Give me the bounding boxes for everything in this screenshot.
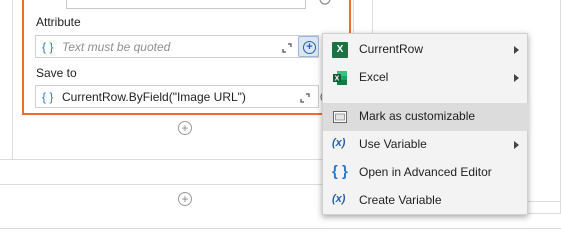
braces-icon: { } xyxy=(332,163,348,180)
menu-item-label: Mark as customizable xyxy=(359,109,476,123)
expand-icon[interactable] xyxy=(300,92,310,106)
context-menu: X CurrentRow X Excel Mark as customizabl… xyxy=(322,33,529,215)
menu-item-label: Create Variable xyxy=(359,193,442,207)
menu-item-create-variable[interactable]: (x) Create Variable xyxy=(323,187,529,215)
menu-item-use-variable[interactable]: (x) Use Variable xyxy=(323,131,529,159)
add-icon: + xyxy=(181,121,189,135)
expression-braces-icon: { } xyxy=(42,40,54,54)
attribute-field[interactable]: { } Text must be quoted + xyxy=(35,35,319,58)
menu-item-label: CurrentRow xyxy=(359,42,424,56)
add-activity-button[interactable]: + xyxy=(178,192,192,206)
menu-item-excel[interactable]: X Excel xyxy=(323,64,529,92)
variable-icon: (x) xyxy=(332,193,346,205)
add-activity-button[interactable]: + xyxy=(178,121,192,135)
expand-icon[interactable] xyxy=(282,42,292,56)
canvas-divider xyxy=(0,184,353,185)
save-to-value[interactable]: CurrentRow.ByField("Image URL") xyxy=(62,90,246,104)
menu-item-label: Open in Advanced Editor xyxy=(359,165,492,179)
add-data-button[interactable]: + xyxy=(298,36,319,57)
canvas-divider xyxy=(0,228,561,229)
excel-icon: X xyxy=(332,70,348,86)
submenu-arrow-icon xyxy=(514,74,519,82)
menu-item-mark-as-customizable[interactable]: Mark as customizable xyxy=(323,103,529,131)
menu-item-current-row[interactable]: X CurrentRow xyxy=(323,36,529,64)
canvas-divider xyxy=(0,159,353,160)
settings-icon[interactable] xyxy=(318,0,332,6)
menu-item-label: Use Variable xyxy=(359,137,427,151)
attribute-label: Attribute xyxy=(36,15,81,29)
menu-item-label: Excel xyxy=(359,70,389,84)
canvas-guide xyxy=(12,0,13,159)
previous-field-input[interactable] xyxy=(66,0,306,9)
variable-icon: (x) xyxy=(332,137,346,149)
svg-text:X: X xyxy=(335,76,340,83)
menu-item-open-advanced-editor[interactable]: { } Open in Advanced Editor xyxy=(323,159,529,187)
add-circle-icon: + xyxy=(303,41,316,54)
expression-braces-icon: { } xyxy=(42,90,54,104)
save-to-field[interactable]: { } CurrentRow.ByField("Image URL") xyxy=(35,85,327,108)
customizable-icon xyxy=(332,109,348,125)
excel-icon: X xyxy=(332,42,348,58)
submenu-arrow-icon xyxy=(514,46,519,54)
save-to-label: Save to xyxy=(36,66,77,80)
attribute-placeholder[interactable]: Text must be quoted xyxy=(62,40,170,54)
submenu-arrow-icon xyxy=(514,141,519,149)
add-icon: + xyxy=(181,192,189,206)
